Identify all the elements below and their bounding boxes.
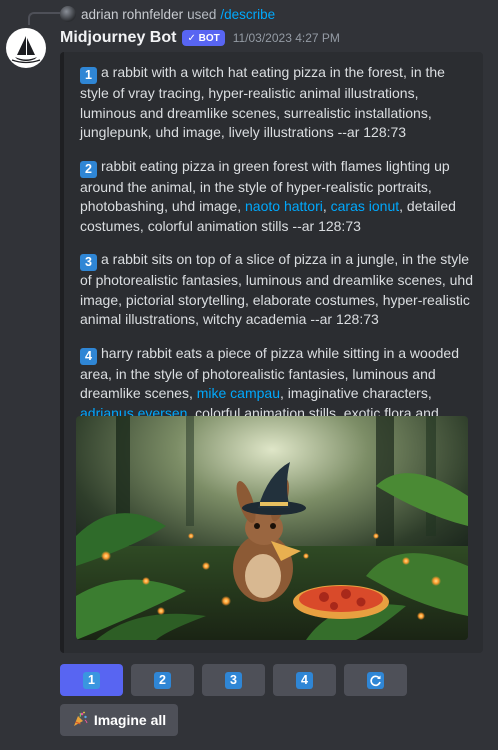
author-name[interactable]: Midjourney Bot: [60, 29, 176, 47]
bot-avatar[interactable]: [6, 28, 46, 68]
keycap-1-icon: 1: [83, 671, 100, 689]
prompt-separator: ,: [322, 198, 327, 214]
prompt-text: a rabbit sits on top of a slice of pizza…: [80, 251, 473, 327]
describe-embed: 1a rabbit with a witch hat eating pizza …: [60, 52, 483, 653]
describe-option-2-button[interactable]: 2: [131, 664, 194, 696]
party-popper-icon: [72, 711, 88, 730]
prompt-text: a rabbit with a witch hat eating pizza i…: [80, 64, 445, 140]
bot-badge: ✓ BOT: [182, 30, 225, 46]
reply-action-text: used: [187, 6, 217, 22]
prompt-number-badge: 3: [80, 254, 97, 271]
prompt-number-badge: 1: [80, 67, 97, 84]
describe-option-1-button[interactable]: 1: [60, 664, 123, 696]
prompt-text: , imaginative characters,: [279, 385, 432, 401]
refresh-icon: [367, 671, 384, 689]
sailboat-logo-icon: [11, 36, 41, 64]
prompt-number-badge: 4: [80, 347, 97, 365]
artist-link-caras-ionut[interactable]: caras ionut: [331, 198, 399, 214]
slash-command-link[interactable]: /describe: [220, 7, 275, 22]
replied-user-name[interactable]: adrian rohnfelder: [81, 7, 183, 22]
keycap-2-icon: 2: [154, 671, 171, 689]
reply-connector: [28, 12, 60, 25]
keycap-3-icon: 3: [225, 671, 242, 689]
prompt-2: 2 rabbit eating pizza in green forest wit…: [80, 157, 474, 237]
replied-user-avatar[interactable]: [60, 6, 76, 22]
described-image[interactable]: [76, 416, 468, 640]
prompt-number-badge: 2: [80, 160, 97, 178]
imagine-all-button[interactable]: Imagine all: [60, 704, 178, 736]
describe-option-4-button[interactable]: 4: [273, 664, 336, 696]
message-header: Midjourney Bot ✓ BOT 11/03/2023 4:27 PM: [60, 27, 340, 49]
keycap-4-icon: 4: [296, 671, 313, 689]
imagine-all-label: Imagine all: [93, 712, 167, 728]
embed-description: 1a rabbit with a witch hat eating pizza …: [80, 63, 474, 457]
artist-link-naoto-hattori[interactable]: naoto hattori: [245, 198, 323, 214]
reroll-button[interactable]: [344, 664, 407, 696]
artist-link-mike-campau[interactable]: mike campau: [197, 385, 280, 401]
describe-option-3-button[interactable]: 3: [202, 664, 265, 696]
prompt-3: 3a rabbit sits on top of a slice of pizz…: [80, 250, 474, 330]
action-buttons: 1 2 3 4: [60, 664, 407, 696]
rabbit-witch-pizza-image: [76, 416, 468, 640]
prompt-1: 1a rabbit with a witch hat eating pizza …: [80, 63, 474, 143]
reply-context: adrian rohnfelder used /describe: [60, 5, 275, 23]
message-timestamp[interactable]: 11/03/2023 4:27 PM: [233, 31, 340, 45]
